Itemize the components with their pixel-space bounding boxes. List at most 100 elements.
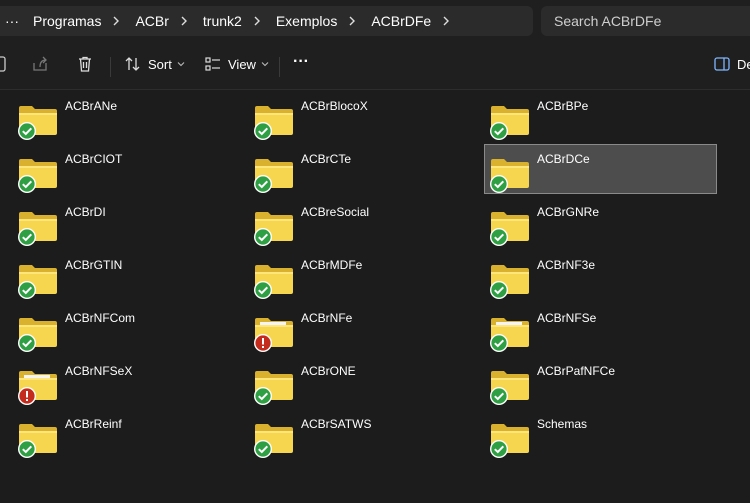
chevron-right-icon[interactable] — [346, 15, 358, 27]
folder-icon — [253, 153, 295, 193]
sync-ok-icon — [253, 121, 273, 146]
breadcrumb-item-programas[interactable]: Programas — [24, 13, 106, 29]
delete-button[interactable] — [76, 55, 94, 73]
sync-ok-icon — [253, 439, 273, 464]
folder-item[interactable]: ACBrONE — [236, 356, 468, 406]
folder-item[interactable]: ACBrGNRe — [472, 197, 704, 247]
sort-button[interactable]: Sort — [124, 55, 185, 73]
folder-name: ACBrBPe — [537, 99, 589, 113]
folder-icon — [253, 100, 295, 140]
sync-ok-icon — [17, 121, 37, 146]
sync-ok-icon — [253, 280, 273, 305]
sync-ok-icon — [17, 439, 37, 464]
folder-icon — [489, 100, 531, 140]
trash-icon — [79, 56, 91, 72]
breadcrumb-item-trunk2[interactable]: trunk2 — [194, 13, 247, 29]
folder-item[interactable]: ACBrNFe — [236, 303, 468, 353]
folder-icon — [253, 206, 295, 246]
chevron-right-icon[interactable] — [110, 15, 122, 27]
folder-name: ACBrNFSe — [537, 311, 597, 325]
folder-name: ACBrCTe — [301, 152, 352, 166]
folder-icon — [489, 365, 531, 405]
breadcrumb-item-acbr[interactable]: ACBr — [126, 13, 173, 29]
more-options-button[interactable]: ··· — [293, 53, 309, 71]
folder-name: ACBrNF3e — [537, 258, 596, 272]
sync-ok-icon — [253, 227, 273, 252]
view-label: View — [228, 56, 256, 72]
sync-ok-icon — [489, 386, 509, 411]
chevron-right-icon[interactable] — [178, 15, 190, 27]
copy-button[interactable] — [0, 55, 8, 73]
folder-name: ACBrONE — [301, 364, 356, 378]
folder-item[interactable]: ACBrBPe — [472, 91, 704, 141]
folder-name: ACBrGNRe — [537, 205, 600, 219]
folder-item[interactable]: ACBrReinf — [0, 409, 232, 459]
sync-ok-icon — [17, 174, 37, 199]
toolbar-separator — [279, 57, 280, 77]
folder-icon — [17, 418, 59, 458]
sync-ok-icon — [17, 333, 37, 358]
folder-name: ACBrDCe — [537, 152, 590, 166]
sync-ok-icon — [253, 386, 273, 411]
breadcrumb-item-acbrdfe[interactable]: ACBrDFe — [362, 13, 436, 29]
folder-with-document-icon — [489, 312, 531, 352]
file-grid: ACBrANe ACBrBlocoX ACBrBPe ACBrCIOT ACBr… — [0, 90, 750, 503]
folder-icon — [17, 206, 59, 246]
folder-item[interactable]: ACBrDCe — [484, 144, 717, 194]
sync-ok-icon — [17, 280, 37, 305]
folder-item[interactable]: Schemas — [472, 409, 704, 459]
folder-item[interactable]: ACBrGTIN — [0, 250, 232, 300]
folder-name: ACBrNFCom — [65, 311, 136, 325]
folder-item[interactable]: ACBrNF3e — [472, 250, 704, 300]
chevron-right-icon[interactable] — [440, 15, 452, 27]
toolbar-separator — [110, 57, 111, 77]
folder-item[interactable]: ACBrANe — [0, 91, 232, 141]
sort-icon — [125, 57, 140, 71]
chevron-right-icon[interactable] — [251, 15, 263, 27]
sync-ok-icon — [489, 174, 509, 199]
folder-icon — [489, 206, 531, 246]
folder-item[interactable]: ACBrNFCom — [0, 303, 232, 353]
folder-item[interactable]: ACBrNFSeX — [0, 356, 232, 406]
folder-item[interactable]: ACBrCTe — [236, 144, 468, 194]
breadcrumb-overflow-button[interactable]: ··· — [0, 13, 24, 29]
search-input[interactable]: Search ACBrDFe — [541, 6, 750, 36]
folder-with-document-icon — [17, 365, 59, 405]
folder-item[interactable]: ACBrCIOT — [0, 144, 232, 194]
folder-item[interactable]: ACBrNFSe — [472, 303, 704, 353]
folder-name: ACBrGTIN — [65, 258, 123, 272]
breadcrumb[interactable]: ··· Programas ACBr trunk2 Exemplos ACBrD… — [0, 6, 533, 36]
view-icon — [205, 57, 220, 71]
chevron-down-icon — [177, 62, 185, 67]
breadcrumb-item-exemplos[interactable]: Exemplos — [267, 13, 342, 29]
details-label: De — [737, 56, 750, 72]
folder-icon — [489, 259, 531, 299]
folder-name: ACBrBlocoX — [301, 99, 368, 113]
folder-item[interactable]: ACBrPafNFCe — [472, 356, 704, 406]
folder-name: ACBreSocial — [301, 205, 370, 219]
folder-name: ACBrReinf — [65, 417, 122, 431]
view-button[interactable]: View — [204, 55, 269, 73]
folder-icon — [253, 418, 295, 458]
address-bar-region: ··· Programas ACBr trunk2 Exemplos ACBrD… — [0, 0, 750, 43]
folder-item[interactable]: ACBreSocial — [236, 197, 468, 247]
sync-ok-icon — [489, 333, 509, 358]
folder-item[interactable]: ACBrDI — [0, 197, 232, 247]
details-pane-button[interactable]: De — [713, 55, 750, 73]
sync-ok-icon — [17, 227, 37, 252]
folder-name: ACBrSATWS — [301, 417, 372, 431]
folder-name: ACBrNFSeX — [65, 364, 133, 378]
share-button[interactable] — [31, 55, 49, 73]
sync-ok-icon — [253, 174, 273, 199]
folder-name: ACBrCIOT — [65, 152, 123, 166]
copy-icon — [0, 56, 6, 72]
folder-icon — [17, 312, 59, 352]
sort-label: Sort — [148, 56, 172, 72]
folder-item[interactable]: ACBrSATWS — [236, 409, 468, 459]
chevron-down-icon — [261, 62, 269, 67]
folder-item[interactable]: ACBrBlocoX — [236, 91, 468, 141]
folder-name: ACBrDI — [65, 205, 106, 219]
folder-item[interactable]: ACBrMDFe — [236, 250, 468, 300]
sync-ok-icon — [489, 439, 509, 464]
folder-name: Schemas — [537, 417, 588, 431]
